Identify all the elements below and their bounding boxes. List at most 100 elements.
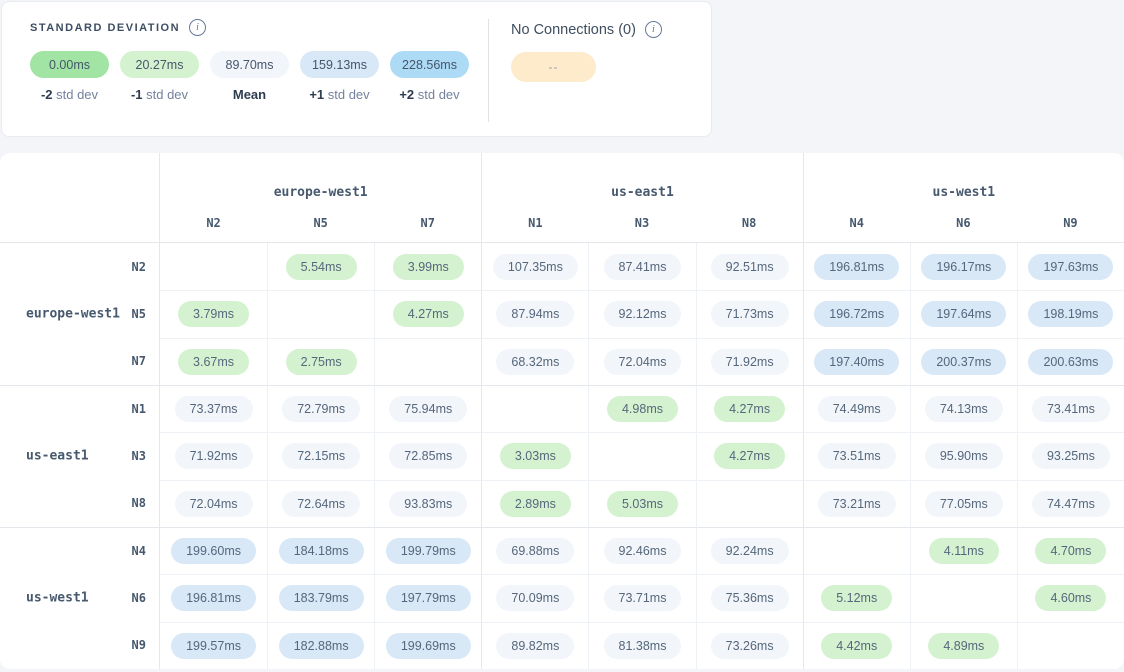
latency-pill[interactable]: 196.81ms <box>814 254 899 280</box>
latency-cell: 199.79ms <box>374 527 481 574</box>
latency-cell: 73.37ms <box>160 385 267 432</box>
latency-pill[interactable]: 196.17ms <box>921 254 1006 280</box>
latency-pill[interactable]: 199.57ms <box>171 633 256 659</box>
latency-pill[interactable]: 199.79ms <box>386 538 471 564</box>
latency-pill[interactable]: 73.71ms <box>604 585 682 611</box>
latency-pill[interactable]: 4.11ms <box>929 538 999 564</box>
row-label-cell: N2 <box>0 243 160 290</box>
latency-pill[interactable]: 199.69ms <box>386 633 471 659</box>
latency-pill[interactable]: 2.75ms <box>286 349 357 375</box>
legend-label-row: -2 std dev-1 std devMean+1 std dev+2 std… <box>30 87 488 102</box>
latency-pill[interactable]: 71.92ms <box>175 443 253 469</box>
latency-pill[interactable]: 72.85ms <box>389 443 467 469</box>
latency-pill[interactable]: 4.98ms <box>607 396 678 422</box>
latency-pill[interactable]: 92.46ms <box>604 538 682 564</box>
latency-pill[interactable]: 73.21ms <box>818 491 896 517</box>
latency-pill[interactable]: 183.79ms <box>279 585 364 611</box>
latency-pill[interactable]: 87.41ms <box>604 254 682 280</box>
legend-pill: 89.70ms <box>210 51 289 78</box>
latency-pill[interactable]: 70.09ms <box>496 585 574 611</box>
latency-pill[interactable]: 73.41ms <box>1032 396 1110 422</box>
latency-pill[interactable]: 196.81ms <box>171 585 256 611</box>
latency-pill[interactable]: 4.27ms <box>714 396 785 422</box>
latency-pill[interactable]: 92.51ms <box>711 254 789 280</box>
latency-pill[interactable]: 197.79ms <box>386 585 471 611</box>
no-connections-pill: -- <box>511 52 596 82</box>
latency-pill[interactable]: 72.64ms <box>282 491 360 517</box>
latency-pill[interactable]: 92.12ms <box>604 301 682 327</box>
latency-pill[interactable]: 75.94ms <box>389 396 467 422</box>
latency-pill[interactable]: 196.72ms <box>814 301 899 327</box>
latency-pill[interactable]: 5.03ms <box>607 491 678 517</box>
latency-pill[interactable]: 75.36ms <box>711 585 789 611</box>
latency-pill[interactable]: 4.89ms <box>928 633 999 659</box>
latency-pill[interactable]: 5.54ms <box>286 254 357 280</box>
latency-pill[interactable]: 4.27ms <box>393 301 464 327</box>
latency-pill[interactable]: 182.88ms <box>279 633 364 659</box>
latency-pill[interactable]: 72.04ms <box>175 491 253 517</box>
latency-pill[interactable]: 72.15ms <box>282 443 360 469</box>
latency-cell: 196.72ms <box>803 290 910 337</box>
latency-pill[interactable]: 197.63ms <box>1028 254 1113 280</box>
latency-pill[interactable]: 197.64ms <box>921 301 1006 327</box>
latency-cell: 4.42ms <box>803 622 910 669</box>
latency-pill[interactable]: 4.70ms <box>1035 538 1106 564</box>
latency-cell: 198.19ms <box>1017 290 1124 337</box>
row-region-label: us-west1 <box>26 590 89 605</box>
latency-cell: 72.04ms <box>588 338 695 385</box>
latency-pill[interactable]: 81.38ms <box>604 633 682 659</box>
latency-pill[interactable]: 77.05ms <box>925 491 1003 517</box>
latency-pill[interactable]: 4.42ms <box>821 633 892 659</box>
latency-pill[interactable]: 71.73ms <box>711 301 789 327</box>
latency-cell: 184.18ms <box>267 527 374 574</box>
latency-pill[interactable]: 3.79ms <box>178 301 249 327</box>
latency-pill[interactable]: 200.63ms <box>1028 349 1113 375</box>
latency-pill[interactable]: 93.83ms <box>389 491 467 517</box>
row-label-cell: N9 <box>0 622 160 669</box>
column-node-label: N9 <box>1017 203 1124 243</box>
latency-pill[interactable]: 184.18ms <box>279 538 364 564</box>
latency-pill[interactable]: 73.26ms <box>711 633 789 659</box>
latency-pill[interactable]: 74.13ms <box>925 396 1003 422</box>
latency-cell: 196.81ms <box>160 574 267 621</box>
latency-pill[interactable]: 71.92ms <box>711 349 789 375</box>
latency-cell-empty <box>588 432 695 479</box>
column-node-label: N1 <box>481 203 588 243</box>
latency-pill[interactable]: 68.32ms <box>496 349 574 375</box>
latency-pill[interactable]: 73.51ms <box>818 443 896 469</box>
latency-pill[interactable]: 4.27ms <box>714 443 785 469</box>
latency-pill[interactable]: 69.88ms <box>496 538 574 564</box>
latency-pill[interactable]: 89.82ms <box>496 633 574 659</box>
latency-pill[interactable]: 4.60ms <box>1035 585 1106 611</box>
latency-pill[interactable]: 92.24ms <box>711 538 789 564</box>
latency-pill[interactable]: 199.60ms <box>171 538 256 564</box>
latency-pill[interactable]: 200.37ms <box>921 349 1006 375</box>
info-icon[interactable]: i <box>645 21 662 38</box>
row-label-cell: us-west1N6 <box>0 574 160 621</box>
row-label-cell: N4 <box>0 527 160 574</box>
latency-pill[interactable]: 73.37ms <box>175 396 253 422</box>
column-node-label: N7 <box>374 203 481 243</box>
latency-pill[interactable]: 5.12ms <box>821 585 892 611</box>
latency-pill[interactable]: 2.89ms <box>500 491 571 517</box>
latency-pill[interactable]: 95.90ms <box>925 443 1003 469</box>
latency-pill[interactable]: 3.03ms <box>500 443 571 469</box>
row-node-label: N2 <box>132 260 146 274</box>
latency-pill[interactable]: 93.25ms <box>1032 443 1110 469</box>
latency-pill[interactable]: 87.94ms <box>496 301 574 327</box>
latency-cell: 92.46ms <box>588 527 695 574</box>
latency-pill[interactable]: 74.49ms <box>818 396 896 422</box>
latency-pill[interactable]: 74.47ms <box>1032 491 1110 517</box>
latency-pill[interactable]: 3.67ms <box>178 349 249 375</box>
latency-cell: 73.21ms <box>803 480 910 527</box>
latency-pill[interactable]: 198.19ms <box>1028 301 1113 327</box>
latency-cell: 69.88ms <box>481 527 588 574</box>
latency-pill[interactable]: 72.79ms <box>282 396 360 422</box>
latency-cell: 89.82ms <box>481 622 588 669</box>
info-icon[interactable]: i <box>189 19 206 36</box>
latency-pill[interactable]: 3.99ms <box>393 254 464 280</box>
latency-pill[interactable]: 197.40ms <box>814 349 899 375</box>
no-connections-title: No Connections (0) <box>511 22 636 38</box>
latency-pill[interactable]: 107.35ms <box>493 254 578 280</box>
latency-pill[interactable]: 72.04ms <box>604 349 682 375</box>
